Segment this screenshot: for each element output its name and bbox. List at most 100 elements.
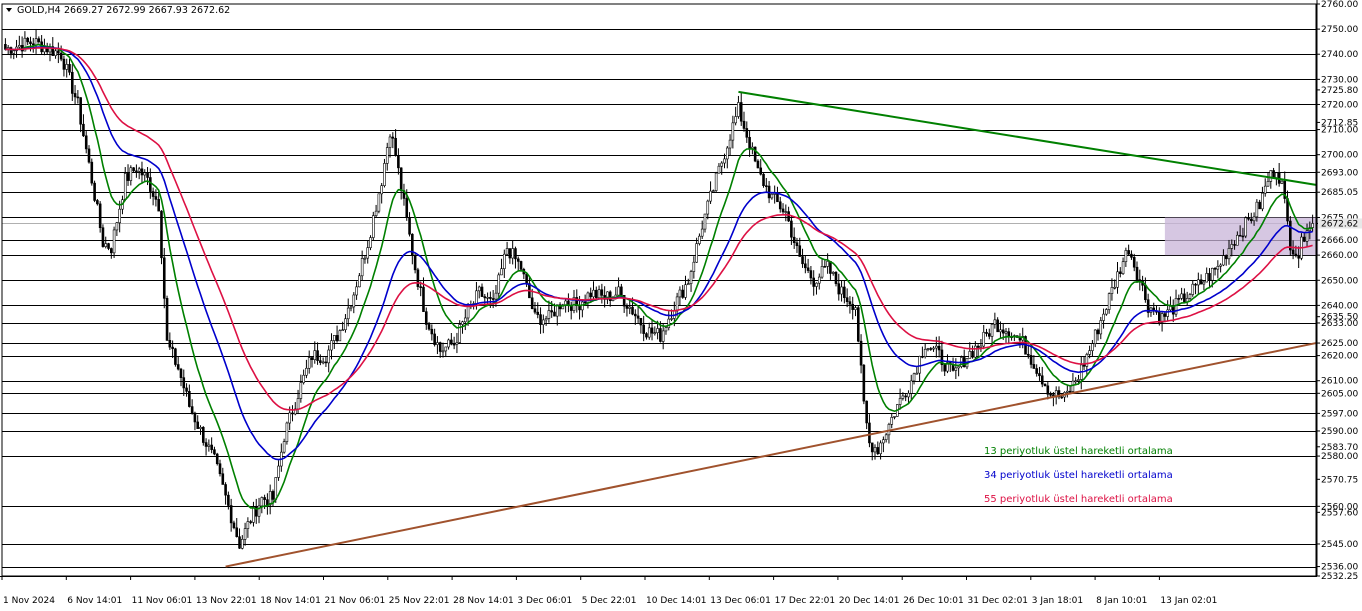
candle-body — [416, 269, 420, 287]
candle-body — [363, 257, 367, 260]
candle-body — [26, 37, 29, 43]
candle-body — [227, 494, 230, 506]
candle-body — [1197, 279, 1200, 286]
candle-body — [628, 306, 632, 309]
candle-body — [1208, 273, 1211, 281]
candle-body — [213, 449, 216, 455]
candle-body — [929, 348, 933, 350]
candle-body — [1289, 220, 1292, 251]
time-tick-label: 28 Nov 14:01 — [453, 596, 514, 606]
candle-body — [210, 444, 213, 450]
candle-body — [146, 172, 149, 178]
candle-body — [1088, 350, 1091, 355]
candle-body — [714, 172, 718, 191]
candle-body — [84, 135, 88, 150]
candle-body — [215, 453, 219, 465]
candle-body — [923, 348, 927, 357]
price-tick-label: 2640.00 — [1321, 301, 1358, 311]
candle-body — [737, 102, 740, 117]
candle-body — [979, 345, 983, 348]
candle-body — [140, 168, 144, 176]
candle-body — [388, 136, 392, 148]
candle-body — [452, 343, 456, 346]
candle-body — [703, 213, 707, 230]
candle-body — [185, 387, 188, 392]
candle-body — [243, 528, 247, 540]
candle-body — [678, 289, 682, 298]
candle-body — [709, 190, 712, 202]
candle-body — [882, 439, 885, 444]
candle-body — [1118, 271, 1122, 274]
candle-body — [1263, 185, 1267, 194]
candle-body — [321, 361, 325, 364]
candle-body — [1210, 267, 1214, 281]
candle-body — [636, 315, 640, 319]
candle-body — [1227, 248, 1231, 260]
candle-body — [748, 136, 751, 150]
candle-body — [1244, 217, 1248, 237]
time-tick-label: 10 Dec 14:01 — [646, 596, 707, 606]
candle-body — [1032, 364, 1036, 369]
candle-body — [463, 317, 467, 323]
candle-body — [1040, 375, 1044, 385]
candle-body — [486, 297, 489, 299]
candle-body — [338, 330, 342, 342]
candle-body — [160, 210, 163, 259]
candle-body — [1188, 294, 1192, 299]
candle-body — [447, 339, 450, 348]
candle-body — [856, 307, 860, 342]
candle-body — [516, 258, 520, 262]
candle-body — [500, 268, 503, 276]
price-tick-label: 2580.00 — [1321, 452, 1358, 462]
candle-body — [583, 301, 587, 304]
candle-body — [355, 286, 358, 296]
candle-body — [165, 298, 169, 341]
candle-body — [698, 235, 701, 244]
candle-body — [171, 346, 174, 350]
candle-body — [282, 441, 286, 453]
candle-body — [659, 328, 662, 342]
candle-body — [909, 380, 913, 394]
candle-body — [1043, 383, 1047, 387]
candle-body — [70, 71, 74, 94]
candle-body — [781, 208, 785, 213]
candle-body — [1222, 255, 1225, 266]
candle-body — [837, 283, 841, 295]
candle-body — [260, 497, 264, 507]
price-tick-label: 2660.00 — [1321, 251, 1358, 261]
candle-body — [731, 122, 735, 141]
candle-body — [712, 190, 715, 192]
candle-body — [377, 193, 381, 212]
candle-body — [845, 297, 849, 302]
candle-body — [907, 392, 910, 398]
candle-body — [335, 335, 339, 342]
price-tick-label: 2760.00 — [1321, 0, 1358, 10]
candle-body — [494, 292, 498, 300]
candle-body — [1205, 273, 1208, 283]
candle-body — [57, 50, 60, 54]
candle-body — [720, 162, 724, 167]
candle-body — [413, 255, 417, 271]
candle-body — [804, 263, 807, 269]
candle-body — [542, 319, 545, 325]
candle-body — [65, 64, 69, 70]
candle-body — [405, 198, 409, 218]
candle-body — [982, 331, 986, 347]
candle-body — [634, 313, 637, 317]
candle-body — [394, 137, 397, 156]
candle-body — [1113, 286, 1117, 289]
candle-body — [684, 284, 687, 298]
time-tick-label: 13 Jan 02:01 — [1160, 596, 1217, 606]
candle-body — [776, 193, 779, 203]
time-tick-label: 13 Dec 06:01 — [710, 596, 771, 606]
candle-body — [229, 505, 233, 524]
candle-body — [149, 177, 152, 192]
candle-body — [1219, 264, 1222, 267]
time-tick-label: 6 Nov 14:01 — [67, 596, 122, 606]
price-chart[interactable]: 2760.00 2750.00 2740.00 2730.002725.80 2720.… — [0, 0, 1362, 611]
candle-body — [1110, 287, 1114, 294]
candle-body — [996, 319, 999, 333]
candle-body — [1004, 331, 1008, 334]
candle-body — [1241, 235, 1245, 238]
candle-body — [62, 58, 66, 70]
